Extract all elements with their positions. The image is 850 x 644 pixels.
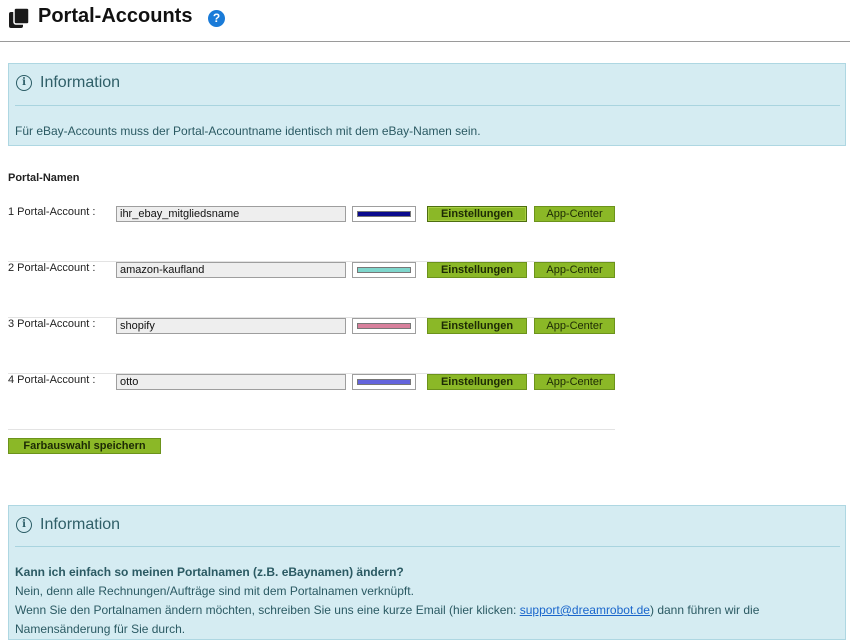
copy-stack-icon (9, 8, 30, 28)
page-header: Portal-Accounts ? (0, 0, 850, 42)
app-center-button[interactable]: App-Center (534, 206, 615, 222)
portal-account-name-input[interactable] (116, 262, 346, 278)
faq-answer-line: ) dann führen wir die (649, 603, 760, 617)
info-box-bottom: i Information Kann ich einfach so meinen… (8, 505, 846, 640)
color-picker[interactable] (352, 206, 416, 222)
help-icon[interactable]: ? (208, 10, 225, 27)
app-center-button[interactable]: App-Center (534, 318, 615, 334)
info-icon: i (16, 75, 32, 91)
app-center-button[interactable]: App-Center (534, 374, 615, 390)
color-swatch-fill (357, 267, 411, 273)
app-center-button[interactable]: App-Center (534, 262, 615, 278)
info-box-top: i Information Für eBay-Accounts muss der… (8, 63, 846, 146)
portal-account-name-input[interactable] (116, 318, 346, 334)
portal-account-row-2: 2 Portal-Account : Einstellungen App-Cen… (8, 262, 615, 318)
portal-account-row-1: 1 Portal-Account : Einstellungen App-Cen… (8, 206, 615, 262)
color-picker[interactable] (352, 374, 416, 390)
color-swatch-fill (357, 211, 411, 217)
page-title: Portal-Accounts (38, 5, 193, 27)
info-text: Für eBay-Accounts muss der Portal-Accoun… (15, 124, 481, 138)
settings-button[interactable]: Einstellungen (427, 262, 527, 278)
info-divider (15, 546, 840, 547)
faq-answer-line: Nein, denn alle Rechnungen/Aufträge sind… (15, 584, 414, 598)
portal-account-row-4: 4 Portal-Account : Einstellungen App-Cen… (8, 374, 615, 430)
faq-answer-line: Wenn Sie den Portalnamen ändern möchten,… (15, 603, 520, 617)
info-divider (15, 105, 840, 106)
settings-button[interactable]: Einstellungen (427, 206, 527, 222)
section-title-portal-names: Portal-Namen (8, 172, 80, 184)
color-swatch-fill (357, 379, 411, 385)
save-color-selection-button[interactable]: Farbauswahl speichern (8, 438, 161, 454)
info-icon: i (16, 517, 32, 533)
info-faq-text: Kann ich einfach so meinen Portalnamen (… (15, 563, 839, 639)
info-title: Information (40, 516, 121, 533)
portal-account-label: 1 Portal-Account : (8, 206, 96, 218)
info-title: Information (40, 74, 121, 91)
color-swatch-fill (357, 323, 411, 329)
faq-answer-line: Namensänderung für Sie durch. (15, 622, 186, 636)
portal-account-label: 4 Portal-Account : (8, 374, 96, 386)
portal-account-name-input[interactable] (116, 374, 346, 390)
color-picker[interactable] (352, 262, 416, 278)
color-picker[interactable] (352, 318, 416, 334)
faq-question: Kann ich einfach so meinen Portalnamen (… (15, 565, 404, 579)
portal-account-name-input[interactable] (116, 206, 346, 222)
settings-button[interactable]: Einstellungen (427, 374, 527, 390)
support-email-link[interactable]: support@dreamrobot.de (520, 603, 650, 617)
portal-account-label: 3 Portal-Account : (8, 318, 96, 330)
portal-account-label: 2 Portal-Account : (8, 262, 96, 274)
portal-account-row-3: 3 Portal-Account : Einstellungen App-Cen… (8, 318, 615, 374)
settings-button[interactable]: Einstellungen (427, 318, 527, 334)
